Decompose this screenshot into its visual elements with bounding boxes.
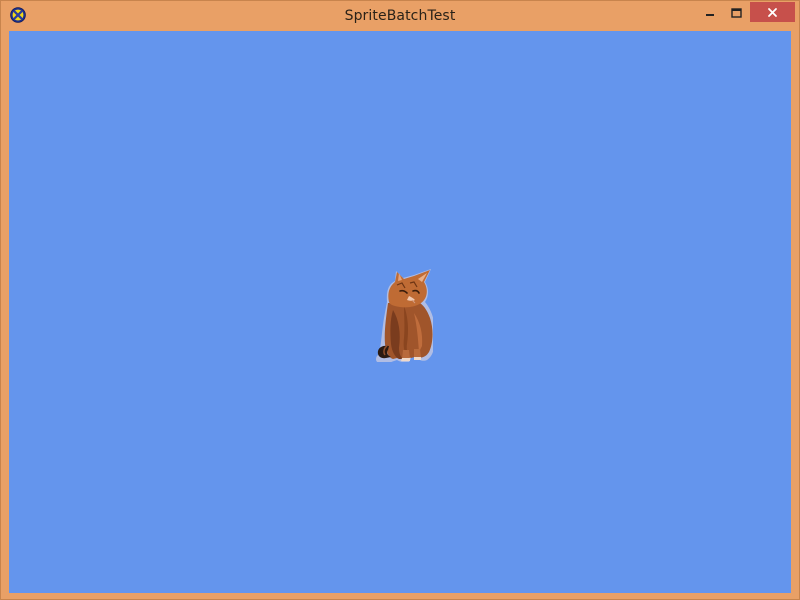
app-window: SpriteBatchTest xyxy=(0,0,800,600)
cat-sprite xyxy=(369,266,436,364)
minimize-button[interactable] xyxy=(697,2,723,22)
maximize-button[interactable] xyxy=(723,2,749,22)
window-title: SpriteBatchTest xyxy=(344,8,456,24)
title-bar[interactable]: SpriteBatchTest xyxy=(1,1,799,31)
minimize-icon xyxy=(705,3,715,22)
close-button[interactable] xyxy=(750,2,795,22)
maximize-icon xyxy=(730,3,742,22)
close-icon xyxy=(767,3,778,22)
game-canvas[interactable] xyxy=(9,31,791,593)
